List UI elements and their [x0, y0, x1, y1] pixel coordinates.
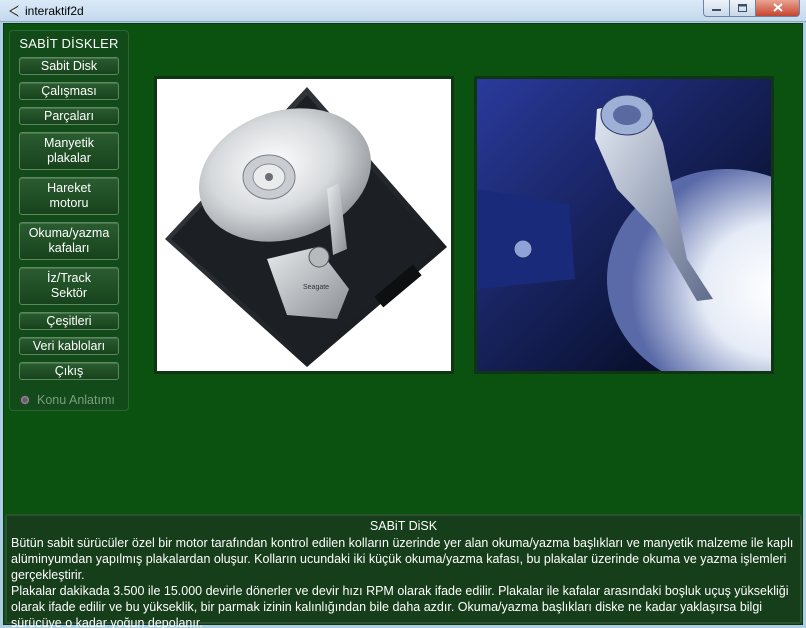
close-button[interactable]: [756, 0, 800, 17]
read-write-head-illustration: [477, 79, 771, 371]
info-title: SABiT DiSK: [369, 519, 438, 533]
menu-button-label: Sabit Disk: [40, 58, 98, 73]
window-title: interaktif2d: [25, 4, 84, 18]
info-paragraph-2: Plakalar dakikada 3.500 ile 15.000 devir…: [11, 584, 789, 628]
title-bar: interaktif2d: [0, 0, 806, 22]
menu-button-label: Manyetik plakalar: [43, 136, 95, 165]
menu-button-label: Çalışması: [41, 83, 97, 98]
menu-button-sabit-disk[interactable]: Sabit Disk: [19, 57, 119, 75]
minimize-icon: [712, 0, 721, 17]
info-panel: SABiT DiSK Bütün sabit sürücüler özel bi…: [5, 514, 802, 628]
menu-button-label: Parçaları: [43, 108, 95, 123]
menu-button-hareket-motoru[interactable]: Hareket motoru: [19, 177, 119, 215]
menu-button-label: Çeşitleri: [46, 313, 92, 328]
menu-button-cesitleri[interactable]: Çeşitleri: [19, 312, 119, 330]
maximize-icon: [738, 0, 747, 17]
menu-button-label: Hareket motoru: [47, 181, 91, 210]
sidebar-menu: SABİT DİSKLER Sabit Disk Çalışması Parça…: [9, 30, 129, 411]
menu-button-manyetik-plakalar[interactable]: Manyetik plakalar: [19, 132, 119, 170]
menu-button-calismasi[interactable]: Çalışması: [19, 82, 119, 100]
sidebar-title: SABİT DİSKLER: [19, 36, 119, 51]
radio-button[interactable]: [20, 395, 30, 405]
menu-button-label: Okuma/yazma kafaları: [28, 226, 110, 255]
read-write-head-photo: [474, 76, 774, 374]
menu-button-okuma-yazma-kafalari[interactable]: Okuma/yazma kafaları: [19, 222, 119, 260]
menu-button-cikis[interactable]: Çıkış: [19, 362, 119, 380]
seagate-logo: Seagate: [303, 284, 329, 291]
close-icon: [772, 0, 783, 17]
maximize-button[interactable]: [730, 0, 756, 17]
menu-button-iz-track-sektor[interactable]: İz/Track Sektör: [19, 267, 119, 305]
menu-button-parcalari[interactable]: Parçaları: [19, 107, 119, 125]
menu-button-label: Veri kabloları: [32, 338, 106, 353]
konu-anlatimi-option[interactable]: Konu Anlatımı: [20, 393, 115, 407]
radio-label: Konu Anlatımı: [37, 393, 115, 407]
app-icon: [6, 3, 22, 19]
menu-button-veri-kablolari[interactable]: Veri kabloları: [19, 337, 119, 355]
hard-disk-photo: Seagate: [154, 76, 454, 374]
app-stage: SABİT DİSKLER Sabit Disk Çalışması Parça…: [3, 23, 803, 628]
minimize-button[interactable]: [703, 0, 730, 17]
hard-disk-illustration: Seagate: [165, 87, 447, 367]
window-controls: [703, 0, 800, 18]
info-paragraph-1: Bütün sabit sürücüler özel bir motor tar…: [11, 536, 794, 582]
menu-button-label: Çıkış: [54, 363, 84, 378]
menu-button-label: İz/Track Sektör: [47, 271, 91, 300]
